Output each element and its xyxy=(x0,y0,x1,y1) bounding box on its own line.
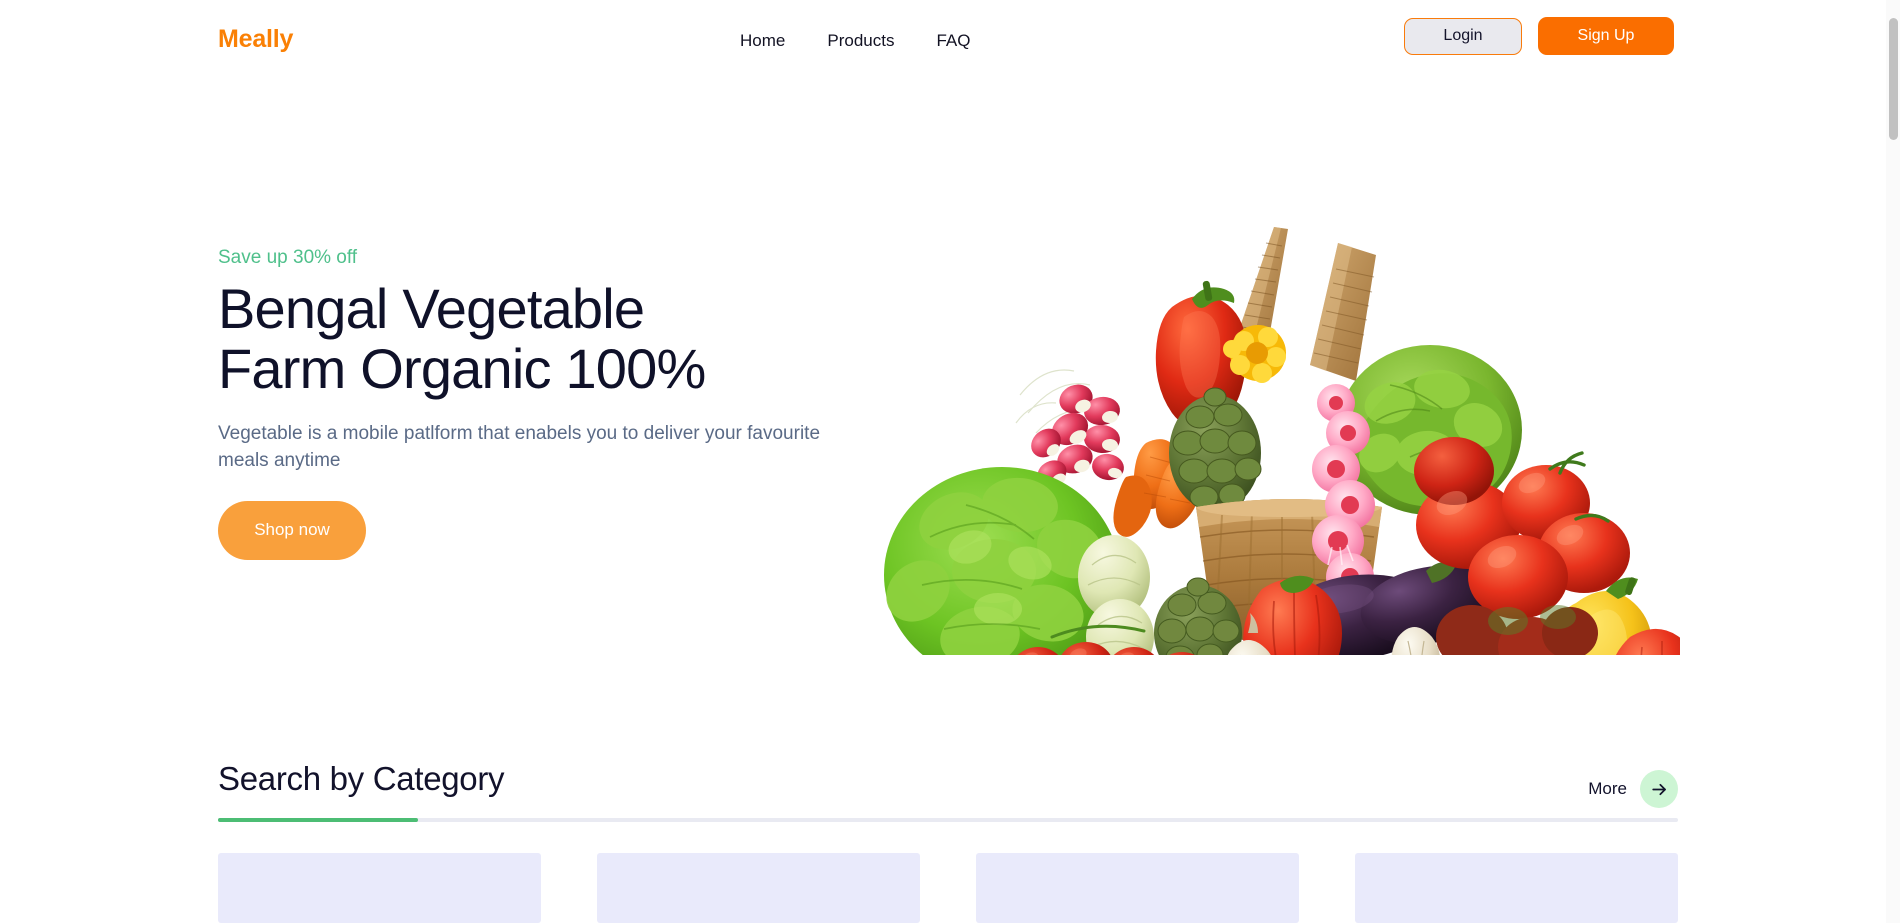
shop-now-button[interactable]: Shop now xyxy=(218,500,366,560)
hero-text-block: Save up 30% off Bengal Vegetable Farm Or… xyxy=(218,247,858,560)
section-title: Search by Category xyxy=(218,760,505,797)
main-navigation: Home Products FAQ xyxy=(740,31,970,51)
hero-title-line-2: Farm Organic 100% xyxy=(218,336,706,400)
category-card[interactable] xyxy=(976,853,1299,923)
hero-subtitle: Vegetable is a mobile patlform that enab… xyxy=(218,422,821,471)
more-categories-action[interactable]: More xyxy=(1588,770,1678,808)
page-title: Bengal Vegetable Farm Organic 100% xyxy=(218,279,858,399)
category-card[interactable] xyxy=(1355,853,1678,923)
section-divider-active xyxy=(218,818,418,822)
auth-actions: Login Sign Up xyxy=(1404,17,1674,55)
category-card-grid xyxy=(218,853,1678,923)
site-logo[interactable]: Meally xyxy=(218,25,293,54)
section-divider xyxy=(218,818,1678,822)
category-card[interactable] xyxy=(597,853,920,923)
signup-button[interactable]: Sign Up xyxy=(1538,17,1674,55)
login-button[interactable]: Login xyxy=(1404,17,1522,55)
page-scrollbar-thumb[interactable] xyxy=(1889,18,1898,140)
fennel-bulbs xyxy=(1078,535,1154,655)
dark-tomatoes xyxy=(1436,605,1598,655)
hero-promo-badge: Save up 30% off xyxy=(218,247,358,268)
hero-vegetables-image xyxy=(870,185,1680,655)
site-header: Meally Home Products FAQ Login Sign Up xyxy=(0,0,1886,68)
more-label: More xyxy=(1588,779,1627,798)
arrow-right-icon[interactable] xyxy=(1640,770,1678,808)
nav-link-products[interactable]: Products xyxy=(827,31,894,51)
page-root: Meally Home Products FAQ Login Sign Up S… xyxy=(0,0,1900,923)
page-scrollbar-track[interactable] xyxy=(1886,0,1900,923)
nav-link-home[interactable]: Home xyxy=(740,31,785,51)
basket-handle-right xyxy=(1310,243,1376,381)
hero-title-line-1: Bengal Vegetable xyxy=(218,277,645,340)
nav-link-faq[interactable]: FAQ xyxy=(936,31,970,51)
category-section-header: Search by Category More xyxy=(218,760,1678,820)
category-card[interactable] xyxy=(218,853,541,923)
